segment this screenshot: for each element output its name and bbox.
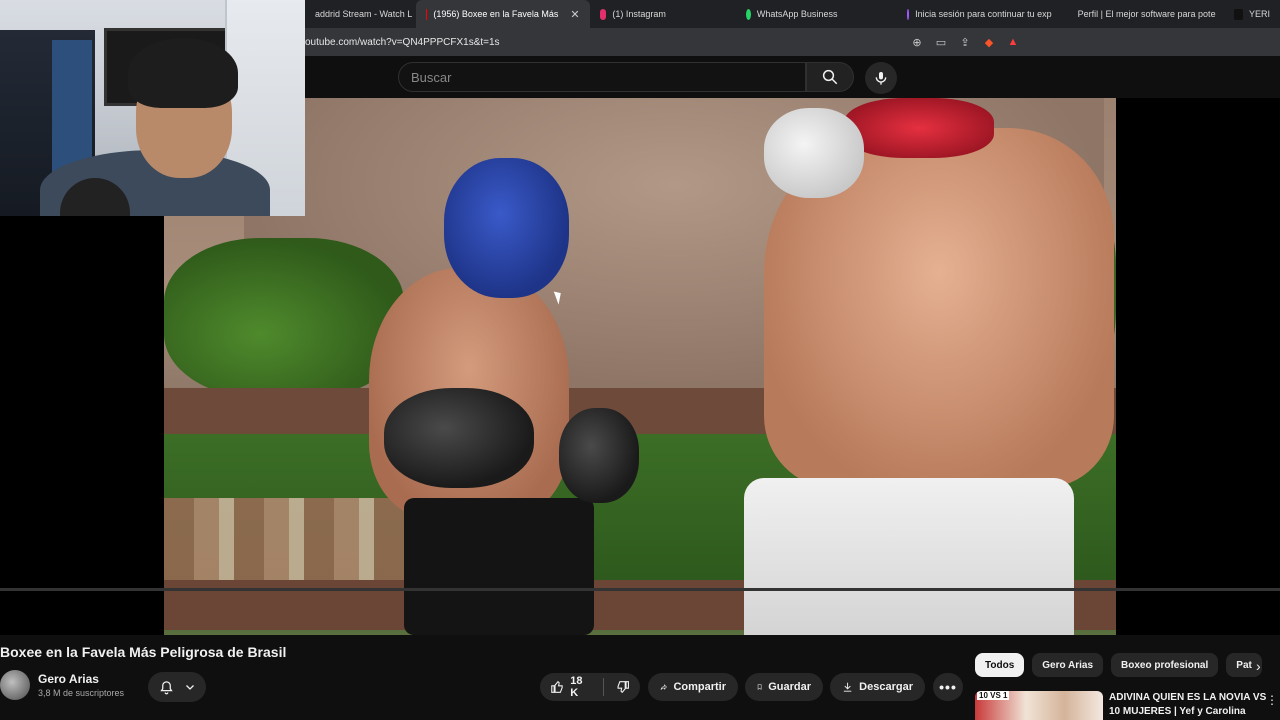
tab-label: Perfil | El mejor software para pote	[1077, 9, 1216, 19]
instagram-icon	[599, 8, 607, 20]
like-dislike-group: 18 K	[540, 673, 640, 701]
boxer-left	[329, 158, 639, 635]
tab-whatsapp[interactable]: WhatsApp Business	[736, 0, 848, 28]
address-bar-icons: ⊕ ▭ ⇪ ◆ ▲	[910, 35, 1280, 49]
video-frame[interactable]	[164, 98, 1116, 635]
search-button[interactable]	[806, 62, 854, 92]
tab-label: WhatsApp Business	[756, 9, 838, 19]
close-icon[interactable]: ✕	[570, 8, 579, 21]
youtube-masthead: Buscar	[305, 56, 1280, 98]
boxer-left-glove	[384, 388, 534, 488]
tab-instagram[interactable]: (1) Instagram	[590, 0, 676, 28]
video-title: Boxee en la Favela Más Peligrosa de Bras…	[0, 644, 287, 660]
more-actions-button[interactable]: •••	[933, 673, 963, 701]
download-icon	[843, 682, 852, 692]
boxer-left-glove-2	[559, 408, 639, 503]
tab-label: (1956) Boxee en la Favela Más	[433, 9, 559, 19]
share-arrow-icon	[660, 684, 667, 690]
like-count[interactable]: 18 K	[570, 675, 591, 699]
search-placeholder: Buscar	[411, 69, 452, 85]
bookmark-icon	[757, 684, 762, 690]
recommended-video[interactable]: 10 VS 1 ADIVINA QUIEN ES LA NOVIA VS 10 …	[975, 691, 1280, 720]
search-input[interactable]: Buscar	[398, 62, 806, 92]
tab-label: YERI	[1249, 9, 1271, 19]
channel-name[interactable]: Gero Arias	[38, 672, 124, 686]
boxer-right-shorts	[744, 478, 1074, 635]
share-label: Compartir	[673, 681, 726, 693]
tab-label: Inicia sesión para continuar tu exp	[915, 9, 1052, 19]
thumbnail-badge: 10 VS 1	[977, 691, 1010, 700]
webcam-overlay	[0, 0, 305, 216]
chip-todos[interactable]: Todos	[975, 653, 1025, 677]
notification-button[interactable]	[148, 672, 206, 702]
tab-label: (1) Instagram	[612, 9, 666, 19]
tab-label: addrid Stream - Watch L	[315, 9, 413, 19]
rewards-icon[interactable]: ▲	[1006, 35, 1020, 49]
chip-boxeo-profesional[interactable]: Boxeo profesional	[1111, 653, 1219, 677]
voice-search-button[interactable]	[865, 62, 897, 94]
more-icon: •••	[939, 679, 957, 695]
chip-gero-arias[interactable]: Gero Arias	[1032, 653, 1104, 677]
recommended-thumbnail[interactable]: 10 VS 1	[975, 691, 1103, 720]
channel-info[interactable]: Gero Arias 3,8 M de suscriptores	[0, 670, 124, 700]
url-text[interactable]: outube.com/watch?v=QN4PPPCFX1s&t=1s	[305, 37, 910, 48]
download-button[interactable]: Descargar	[830, 673, 925, 701]
channel-text: Gero Arias 3,8 M de suscriptores	[38, 672, 124, 698]
tab-login[interactable]: Inicia sesión para continuar tu exp	[897, 0, 1061, 28]
thumbs-up-icon[interactable]	[550, 679, 564, 695]
download-label: Descargar	[859, 681, 913, 693]
avatar[interactable]	[0, 670, 30, 700]
kebab-menu-icon[interactable]: ⋮	[1266, 693, 1278, 707]
brave-icon[interactable]: ◆	[982, 35, 996, 49]
webcam-hair	[128, 38, 238, 108]
subscriber-count: 3,8 M de suscriptores	[38, 688, 125, 698]
zoom-icon[interactable]: ⊕	[910, 35, 924, 49]
diamond-icon	[1068, 11, 1075, 17]
chevron-right-icon[interactable]: ›	[1256, 658, 1261, 674]
like-divider	[602, 678, 604, 696]
save-button[interactable]: Guardar	[745, 673, 823, 701]
tiktok-icon	[1234, 8, 1243, 20]
boxer-left-headgear	[444, 158, 569, 298]
share-button[interactable]: Compartir	[648, 673, 738, 701]
bell-icon	[159, 680, 173, 694]
tab-tiktok[interactable]: YERI	[1224, 0, 1280, 28]
search-icon	[822, 69, 838, 85]
tab-youtube[interactable]: (1956) Boxee en la Favela Más ✕	[416, 0, 590, 28]
share-icon[interactable]: ⇪	[958, 35, 972, 49]
recommendation-chips: Todos Gero Arias Boxeo profesional Pat	[975, 653, 1280, 677]
microphone-icon	[875, 72, 887, 85]
chevron-down-icon	[185, 685, 194, 690]
address-bar[interactable]: outube.com/watch?v=QN4PPPCFX1s&t=1s ⊕ ▭ …	[305, 28, 1280, 56]
browser-tab-bar: addrid Stream - Watch L (1956) Boxee en …	[305, 0, 1280, 28]
boxer-right-headgear	[844, 98, 994, 158]
tab-stream[interactable]: addrid Stream - Watch L	[305, 0, 416, 28]
tab-perfil[interactable]: Perfil | El mejor software para pote	[1062, 0, 1225, 28]
screen: addrid Stream - Watch L (1956) Boxee en …	[0, 0, 1280, 720]
video-progress-bar[interactable]	[0, 588, 1280, 591]
recommended-title[interactable]: ADIVINA QUIEN ES LA NOVIA VS 10 MUJERES …	[1109, 691, 1269, 720]
boxer-right	[744, 98, 1116, 635]
save-label: Guardar	[768, 681, 811, 693]
cast-icon[interactable]: ▭	[934, 35, 948, 49]
boxer-right-glove	[764, 108, 864, 198]
twitch-icon	[907, 8, 910, 20]
thumbs-down-icon[interactable]	[616, 679, 630, 695]
youtube-icon	[426, 8, 428, 20]
webcam-person	[40, 38, 270, 216]
boxer-left-shorts	[404, 498, 594, 635]
whatsapp-icon	[745, 8, 751, 20]
